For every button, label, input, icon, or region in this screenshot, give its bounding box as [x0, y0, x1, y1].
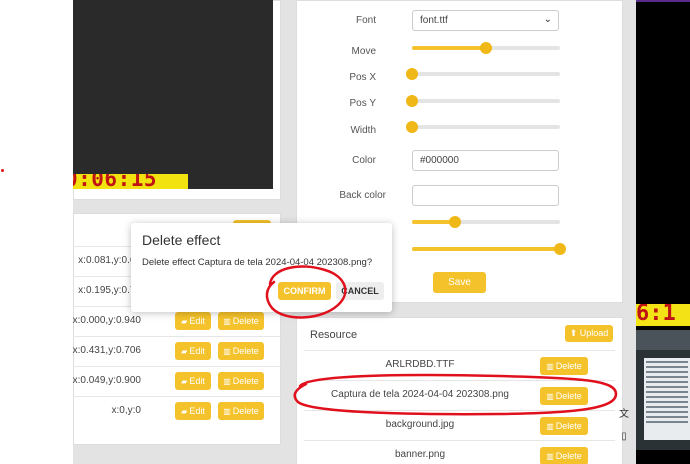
delete-effect-dialog: Delete effect Delete effect Captura de t… [131, 223, 392, 312]
side-thumbnail-terminal [644, 358, 690, 440]
delete-button[interactable]: ▥ Delete [218, 312, 264, 330]
trash-icon: ▥ [546, 362, 554, 371]
resource-row: background.jpg ▥ Delete [304, 410, 615, 440]
color-label: Color [352, 155, 376, 166]
width-label: Width [350, 125, 376, 136]
resource-title: Resource [310, 329, 358, 341]
pos-x-label: Pos X [349, 72, 376, 83]
trash-icon: ▥ [223, 407, 231, 416]
annotation-dot [1, 169, 4, 172]
slider-thumb[interactable] [554, 243, 566, 255]
slider-thumb[interactable] [448, 216, 461, 228]
delete-button[interactable]: ▥ Delete [218, 402, 264, 420]
effect-position: x:0.431,y:0.706 [72, 345, 141, 356]
effect-position: x:0.049,y:0.900 [72, 375, 141, 386]
slider-track [412, 72, 560, 76]
trash-icon: ▥ [223, 347, 231, 356]
delete-button[interactable]: ▥ Delete [540, 447, 588, 464]
effect-row: x:0.431,y:0.706 ▰ Edit ▥ Delete [73, 336, 281, 366]
resource-name: ARLRDBD.TTF [385, 359, 455, 370]
trash-icon: ▥ [223, 377, 231, 386]
slider-thumb[interactable] [406, 68, 418, 80]
edit-button[interactable]: ▰ Edit [175, 312, 211, 330]
back-color-label: Back color [339, 190, 386, 201]
comment-icon: ▰ [181, 407, 188, 416]
resource-name: background.jpg [385, 419, 455, 430]
slider-track [412, 99, 560, 103]
pos-x-slider[interactable] [406, 68, 560, 80]
resource-row: banner.png ▥ Delete [304, 440, 615, 464]
pos-y-slider[interactable] [406, 95, 560, 107]
confirm-button[interactable]: CONFIRM [278, 282, 331, 300]
trash-icon: ▥ [546, 452, 554, 461]
color-input-value: #000000 [420, 155, 459, 166]
slider-fill [412, 46, 486, 50]
comment-icon: ▰ [181, 377, 188, 386]
resource-name: Captura de tela 2024-04-04 202308.png [331, 389, 509, 400]
delete-button[interactable]: ▥ Delete [540, 387, 588, 405]
effect-row: x:0.049,y:0.900 ▰ Edit ▥ Delete [73, 366, 281, 396]
translate-icon[interactable]: 文 [614, 405, 634, 420]
font-label: Font [355, 15, 376, 26]
upload-button[interactable]: ⬆ Upload [565, 325, 613, 342]
video-preview-canvas: 0:06:15 [73, 0, 273, 189]
save-button[interactable]: Save [433, 272, 486, 293]
pos-y-label: Pos Y [349, 98, 377, 109]
resource-row: ARLRDBD.TTF ▥ Delete [304, 350, 615, 380]
effect-position: x:0.000,y:0.940 [72, 315, 141, 326]
book-icon[interactable]: ▯ [614, 431, 634, 442]
resource-name: banner.png [394, 449, 446, 460]
delete-button[interactable]: ▥ Delete [218, 342, 264, 360]
slider-thumb[interactable] [406, 95, 418, 107]
cancel-button[interactable]: CANCEL [336, 282, 384, 300]
font-select[interactable]: font.ttf ⌄ [412, 10, 559, 31]
comment-icon: ▰ [181, 347, 188, 356]
opacity-slider[interactable] [412, 216, 560, 228]
slider-fill [412, 247, 560, 251]
resource-row: Captura de tela 2024-04-04 202308.png ▥ D… [304, 380, 615, 410]
side-time-text: 6:1 [636, 304, 676, 326]
trash-icon: ▥ [223, 317, 231, 326]
slider-thumb[interactable] [480, 42, 492, 54]
effect-position: x:0,y:0 [111, 405, 141, 416]
color-input[interactable]: #000000 [412, 150, 559, 171]
delete-button[interactable]: ▥ Delete [540, 417, 588, 435]
side-toolbar: 文 ▯ [614, 405, 634, 464]
side-time-overlay: 6:1 [636, 304, 690, 326]
left-margin [0, 0, 73, 464]
dialog-title: Delete effect [142, 232, 221, 248]
edit-button[interactable]: ▰ Edit [175, 372, 211, 390]
edit-button[interactable]: ▰ Edit [175, 402, 211, 420]
trash-icon: ▥ [546, 422, 554, 431]
chevron-down-icon: ⌄ [543, 14, 552, 25]
delete-button[interactable]: ▥ Delete [218, 372, 264, 390]
trash-icon: ▥ [546, 392, 554, 401]
side-thumbnail-bar [636, 330, 690, 350]
effect-row: x:0,y:0 ▰ Edit ▥ Delete [73, 396, 281, 426]
font-select-value: font.ttf [420, 15, 448, 26]
time-text: 0:06:15 [73, 174, 158, 189]
move-slider[interactable] [412, 42, 560, 54]
comment-icon: ▰ [181, 317, 188, 326]
slider-thumb[interactable] [406, 121, 418, 133]
width-slider[interactable] [406, 121, 560, 133]
edit-button[interactable]: ▰ Edit [175, 342, 211, 360]
move-label: Move [351, 46, 376, 57]
back-color-input[interactable] [412, 185, 559, 206]
slider-track [412, 125, 560, 129]
dialog-message: Delete effect Captura de tela 2024-04-04… [142, 257, 373, 268]
delete-button[interactable]: ▥ Delete [540, 357, 588, 375]
back-opacity-slider[interactable] [412, 243, 566, 255]
upload-icon: ⬆ [569, 328, 578, 338]
side-thumbnail [636, 330, 690, 450]
time-overlay: 0:06:15 [73, 174, 188, 189]
side-accent-bar [636, 0, 690, 2]
